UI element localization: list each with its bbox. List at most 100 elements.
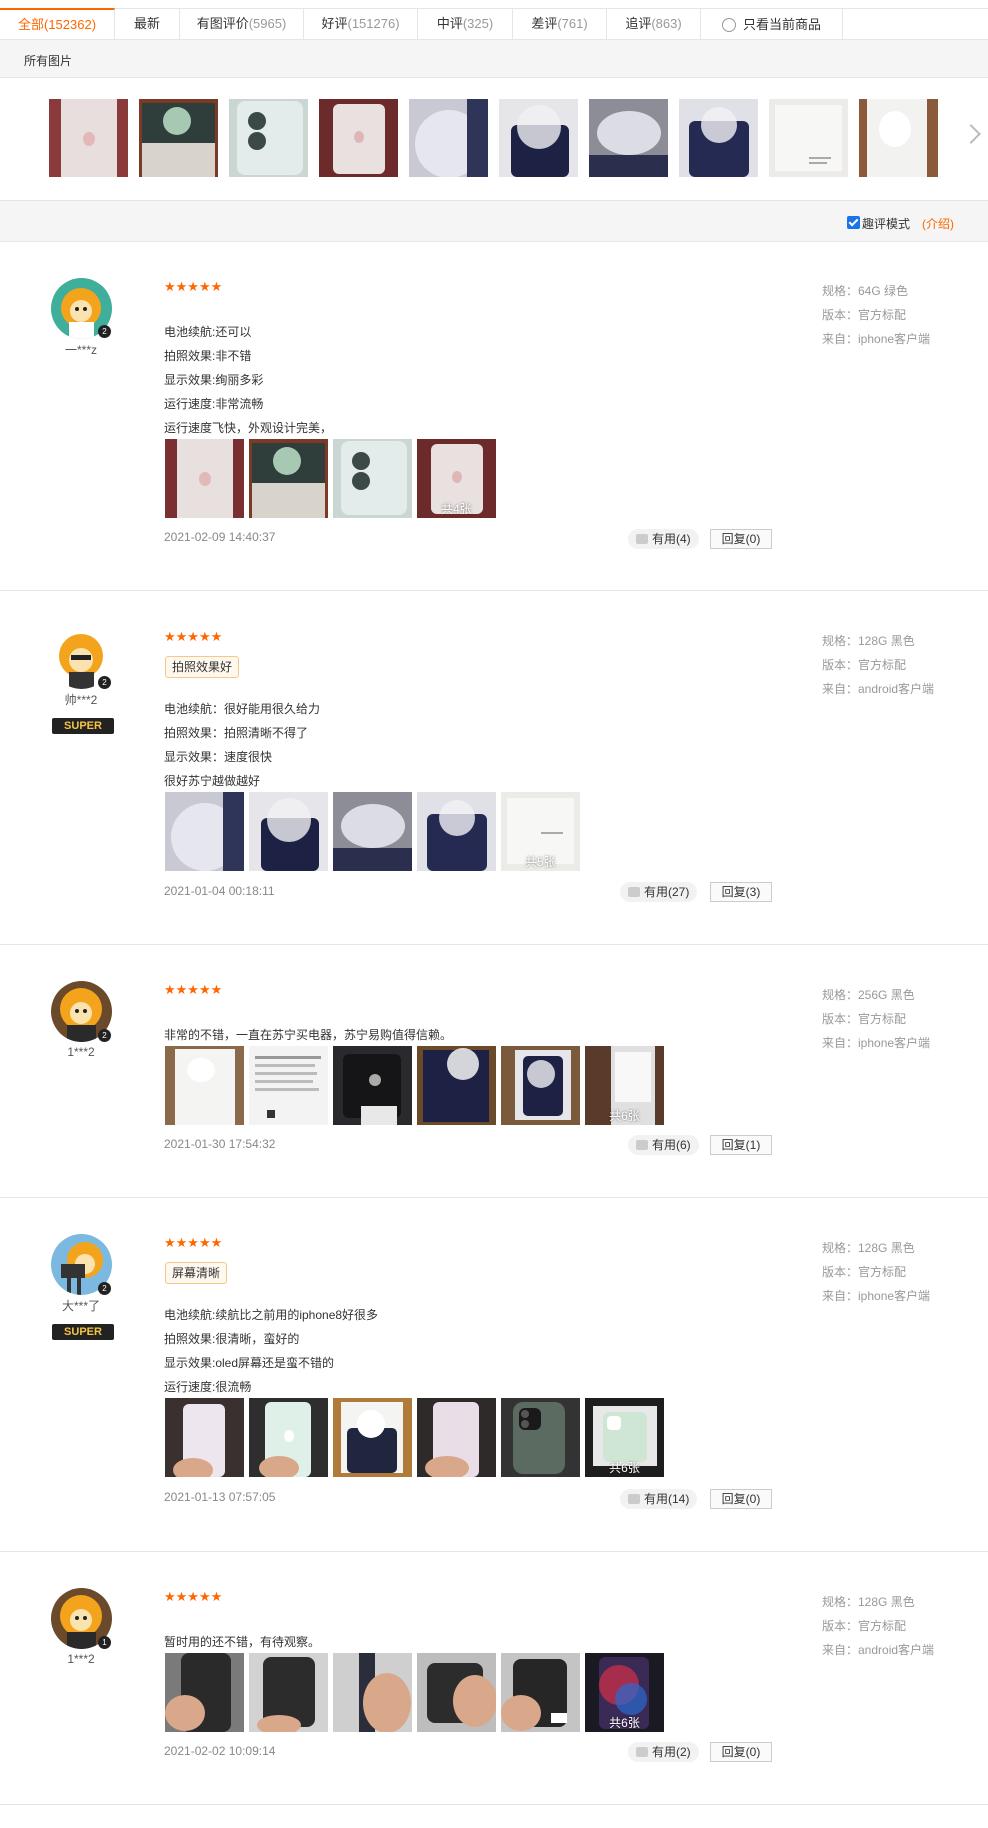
strip-thumbnail[interactable] <box>769 99 848 177</box>
reply-button[interactable]: 回复(0) <box>710 1489 772 1509</box>
strip-thumbnail[interactable] <box>679 99 758 177</box>
review-photo[interactable]: 共6张 <box>585 1398 664 1477</box>
tab-count: (863) <box>651 16 682 31</box>
tab-positive[interactable]: 好评(151276) <box>304 9 418 40</box>
review-item: 2 大***了 SUPER ★★★★★ 屏幕清晰 电池续航:续航比之前用的iph… <box>0 1198 988 1552</box>
spec-text: 规格：256G 黑色 <box>822 988 915 1002</box>
photo-total-count: 共6张 <box>609 1716 640 1730</box>
review-text-line: 暂时用的还不错，有待观察。 <box>164 1635 321 1649</box>
review-item: 2 一***z ★★★★★ 电池续航:还可以 拍照效果:非不错 显示效果:绚丽多… <box>0 242 988 591</box>
tab-neutral[interactable]: 中评(325) <box>418 9 513 40</box>
tab-count: (151276) <box>347 16 400 31</box>
review-photo[interactable] <box>501 1653 580 1732</box>
strip-thumbnail[interactable] <box>409 99 488 177</box>
tab-count: (761) <box>557 16 588 31</box>
review-photo[interactable] <box>249 1653 328 1732</box>
review-photo[interactable] <box>333 1046 412 1125</box>
vip-level-badge: 2 <box>98 676 111 689</box>
vip-level-badge: 2 <box>98 1282 111 1295</box>
review-photo[interactable] <box>249 1046 328 1125</box>
review-text-line: 显示效果:绚丽多彩 <box>164 373 264 387</box>
tab-negative[interactable]: 差评(761) <box>513 9 607 40</box>
mode-label: 趣评模式 <box>862 217 911 231</box>
tab-with-pictures[interactable]: 有图评价(5965) <box>180 9 304 40</box>
review-text-line: 电池续航：很好能用很久给力 <box>164 702 321 716</box>
review-photo[interactable] <box>165 439 244 518</box>
photo-total-count: 共4张 <box>441 502 472 516</box>
review-text-line: 电池续航:还可以 <box>164 325 252 339</box>
review-photo[interactable] <box>249 792 328 871</box>
tab-count: (5965) <box>248 16 287 31</box>
useful-label: 有用(27) <box>644 885 690 899</box>
review-text-line: 电池续航:续航比之前用的iphone8好很多 <box>164 1308 379 1322</box>
version-text: 版本：官方标配 <box>822 308 907 322</box>
review-photo[interactable] <box>249 439 328 518</box>
strip-thumbnail[interactable] <box>139 99 218 177</box>
rating-stars: ★★★★★ <box>164 1235 223 1250</box>
review-photo[interactable] <box>417 1653 496 1732</box>
review-item: 2 帅***2 SUPER ★★★★★ 拍照效果好 电池续航：很好能用很久给力 … <box>0 591 988 945</box>
review-photo[interactable] <box>417 1046 496 1125</box>
useful-button[interactable]: 有用(2) <box>628 1742 699 1762</box>
review-photo[interactable] <box>165 792 244 871</box>
strip-thumbnail[interactable] <box>859 99 938 177</box>
useful-button[interactable]: 有用(14) <box>620 1489 698 1509</box>
tab-all[interactable]: 全部(152362) <box>0 8 115 39</box>
mode-checkbox[interactable] <box>847 216 860 229</box>
review-text-line: 非常的不错，一直在苏宁买电器，苏宁易购值得信赖。 <box>164 1028 453 1042</box>
review-text-line: 显示效果:oled屏幕还是蛮不错的 <box>164 1356 335 1370</box>
current-product-only-toggle[interactable]: 只看当前商品 <box>701 9 843 40</box>
strip-thumbnail[interactable] <box>49 99 128 177</box>
strip-thumbnail[interactable] <box>499 99 578 177</box>
strip-thumbnail[interactable] <box>229 99 308 177</box>
review-photo[interactable] <box>165 1398 244 1477</box>
review-date: 2021-01-04 00:18:11 <box>164 884 275 898</box>
review-date: 2021-02-09 14:40:37 <box>164 530 276 544</box>
review-photo[interactable] <box>333 1398 412 1477</box>
rating-stars: ★★★★★ <box>164 1589 223 1604</box>
chevron-right-icon[interactable] <box>961 124 981 144</box>
review-photo[interactable] <box>417 1398 496 1477</box>
review-text-line: 很好苏宁越做越好 <box>164 774 261 788</box>
all-pictures-link[interactable]: 所有图片 <box>24 52 72 69</box>
super-member-badge: SUPER <box>52 1324 114 1340</box>
username: 一***z <box>64 343 97 357</box>
tab-label: 中评 <box>436 16 463 31</box>
tab-latest[interactable]: 最新 <box>115 9 180 40</box>
vip-level-badge: 2 <box>98 1029 111 1042</box>
review-photo[interactable]: 共4张 <box>417 439 496 518</box>
reply-button[interactable]: 回复(0) <box>710 529 772 549</box>
tab-followup[interactable]: 追评(863) <box>607 9 701 40</box>
photo-total-count: 共6张 <box>609 1461 640 1475</box>
tab-label: 差评 <box>531 16 558 31</box>
mode-intro-link[interactable]: (介绍) <box>922 215 954 232</box>
review-photo[interactable] <box>333 792 412 871</box>
review-photo[interactable]: 共5张 <box>501 792 580 871</box>
spec-text: 规格：128G 黑色 <box>822 1241 915 1255</box>
review-photo[interactable]: 共6张 <box>585 1653 664 1732</box>
review-photo[interactable] <box>417 792 496 871</box>
review-photo[interactable] <box>165 1046 244 1125</box>
review-photo[interactable]: 共6张 <box>585 1046 664 1125</box>
review-photo[interactable] <box>501 1398 580 1477</box>
reply-button[interactable]: 回复(1) <box>710 1135 772 1155</box>
source-text: 来自：iphone客户端 <box>822 1289 931 1303</box>
source-text: 来自：iphone客户端 <box>822 332 931 346</box>
rating-stars: ★★★★★ <box>164 982 223 997</box>
useful-button[interactable]: 有用(27) <box>620 882 698 902</box>
review-photo[interactable] <box>333 1653 412 1732</box>
spec-text: 规格：128G 黑色 <box>822 1595 915 1609</box>
review-photo[interactable] <box>165 1653 244 1732</box>
review-photo[interactable] <box>501 1046 580 1125</box>
version-text: 版本：官方标配 <box>822 658 907 672</box>
strip-thumbnail[interactable] <box>589 99 668 177</box>
reply-button[interactable]: 回复(0) <box>710 1742 772 1762</box>
useful-button[interactable]: 有用(4) <box>628 529 699 549</box>
tab-count: (152362) <box>43 17 97 32</box>
reply-button[interactable]: 回复(3) <box>710 882 772 902</box>
review-text-line: 拍照效果:非不错 <box>164 349 252 363</box>
review-photo[interactable] <box>333 439 412 518</box>
useful-button[interactable]: 有用(6) <box>628 1135 699 1155</box>
strip-thumbnail[interactable] <box>319 99 398 177</box>
review-photo[interactable] <box>249 1398 328 1477</box>
